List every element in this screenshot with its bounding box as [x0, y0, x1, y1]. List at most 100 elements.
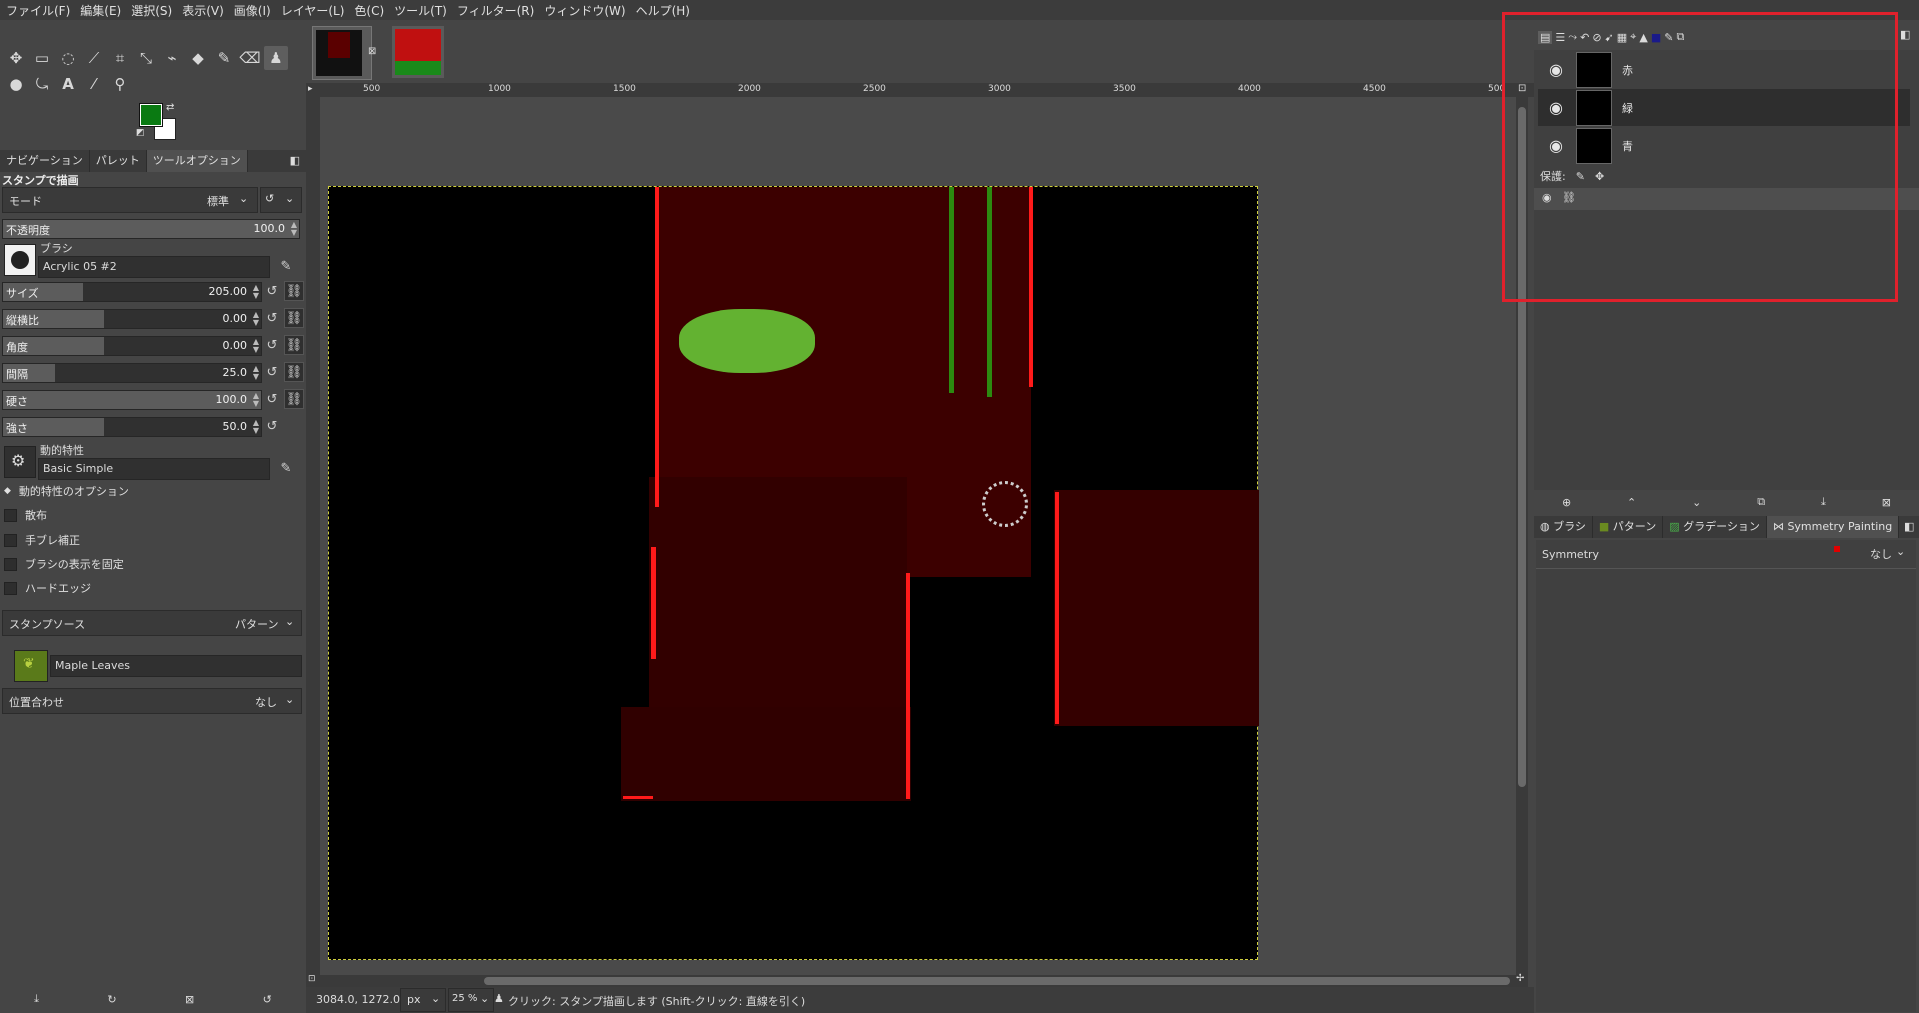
- reset-icon[interactable]: ↺: [262, 335, 282, 355]
- ellipse-select-tool-icon[interactable]: ◌: [56, 46, 80, 70]
- spin-arrows-icon[interactable]: ▲ ▼: [253, 311, 259, 327]
- scatter-checkbox-row[interactable]: 散布: [4, 505, 47, 525]
- save-preset-icon[interactable]: ⤓: [34, 992, 39, 1006]
- spin-arrows-icon[interactable]: ▲ ▼: [253, 365, 259, 381]
- delete-preset-icon[interactable]: ⊠: [185, 993, 194, 1006]
- delete-layer-icon[interactable]: ⊠: [1882, 496, 1891, 509]
- zoom-tool-icon[interactable]: ⚲: [108, 72, 132, 96]
- scatter-checkbox[interactable]: [4, 508, 17, 522]
- crop-tool-icon[interactable]: ⌗: [108, 46, 132, 70]
- default-colors-icon[interactable]: ◩: [136, 128, 145, 138]
- tab-navigation[interactable]: ナビゲーション: [0, 150, 90, 172]
- horizontal-scroll-thumb[interactable]: [484, 977, 1510, 985]
- spin-arrows-icon[interactable]: ▲ ▼: [253, 338, 259, 354]
- edit-brush-icon[interactable]: ✎: [276, 256, 296, 276]
- paths-tool-icon[interactable]: ⤿: [30, 72, 54, 96]
- image-canvas[interactable]: [328, 186, 1259, 960]
- size-slider[interactable]: サイズ 205.00 ▲ ▼: [2, 282, 262, 302]
- eraser-tool-icon[interactable]: ⌫: [238, 46, 262, 70]
- hardness-slider[interactable]: 硬さ 100.0 ▲ ▼: [2, 390, 262, 410]
- aspect-slider[interactable]: 縦横比 0.00 ▲ ▼: [2, 309, 262, 329]
- smoothing-checkbox-row[interactable]: 手ブレ補正: [4, 530, 80, 550]
- tab-brushes[interactable]: ◍ ブラシ: [1534, 516, 1593, 538]
- menu-help[interactable]: ヘルプ(H): [630, 2, 694, 19]
- angle-slider[interactable]: 角度 0.00 ▲ ▼: [2, 336, 262, 356]
- reset-icon[interactable]: ↺: [262, 416, 282, 436]
- brush-name-field[interactable]: Acrylic 05 #2: [38, 256, 270, 278]
- link-dynamics-icon[interactable]: ⛓: [284, 335, 304, 355]
- warp-tool-icon[interactable]: ⌁: [160, 46, 184, 70]
- restore-preset-icon[interactable]: ↻: [107, 993, 116, 1006]
- reset-icon[interactable]: ↺: [262, 389, 282, 409]
- edit-dynamics-icon[interactable]: ✎: [276, 458, 296, 478]
- transform-tool-icon[interactable]: ⤡: [134, 46, 158, 70]
- menu-select[interactable]: 選択(S): [125, 2, 176, 19]
- clone-stamp-tool-icon[interactable]: ♟: [264, 46, 288, 70]
- alignment-combo[interactable]: 位置合わせ なし ⌄: [2, 688, 302, 714]
- dynamics-preview[interactable]: ⚙: [4, 446, 36, 478]
- navigate-icon[interactable]: ✢: [1516, 973, 1524, 984]
- dynamics-name-field[interactable]: Basic Simple: [38, 458, 270, 480]
- menu-layer[interactable]: レイヤー(L): [275, 2, 349, 19]
- force-slider[interactable]: 強さ 50.0 ▲ ▼: [2, 417, 262, 437]
- reset-icon[interactable]: ↺: [262, 308, 282, 328]
- tab-symmetry-painting[interactable]: ⋈ Symmetry Painting: [1766, 516, 1900, 538]
- brush-preview[interactable]: [4, 244, 36, 276]
- menu-colors[interactable]: 色(C): [348, 2, 388, 19]
- link-dynamics-icon[interactable]: ⛓: [284, 308, 304, 328]
- mode-reset-combo[interactable]: ↺ ⌄: [260, 187, 302, 213]
- paintbrush-tool-icon[interactable]: ✎: [212, 46, 236, 70]
- hard-edge-checkbox-row[interactable]: ハードエッジ: [4, 578, 91, 598]
- menu-image[interactable]: 画像(I): [228, 2, 275, 19]
- menu-view[interactable]: 表示(V): [176, 2, 228, 19]
- menu-windows[interactable]: ウィンドウ(W): [538, 2, 629, 19]
- dock-menu-icon[interactable]: ◧: [1900, 28, 1910, 41]
- symmetry-combo[interactable]: なし ⌄: [1866, 543, 1912, 563]
- pattern-name-field[interactable]: Maple Leaves: [50, 655, 302, 677]
- bucket-fill-tool-icon[interactable]: ◆: [186, 46, 210, 70]
- color-picker-tool-icon[interactable]: ⁄: [82, 72, 106, 96]
- zoom-combo[interactable]: 25 % ⌄: [448, 988, 494, 1012]
- tab-palette[interactable]: パレット: [90, 150, 147, 172]
- spacing-slider[interactable]: 間隔 25.0 ▲ ▼: [2, 363, 262, 383]
- merge-layer-icon[interactable]: ⤓: [1821, 495, 1826, 509]
- menu-edit[interactable]: 編集(E): [74, 2, 125, 19]
- reset-icon[interactable]: ↺: [262, 362, 282, 382]
- stamp-source-combo[interactable]: スタンプソース パターン ⌄: [2, 610, 302, 636]
- tab-gradients[interactable]: ▨ グラデーション: [1663, 516, 1767, 538]
- reset-options-icon[interactable]: ↺: [263, 993, 272, 1006]
- lower-layer-icon[interactable]: ⌄: [1692, 496, 1701, 509]
- spin-arrows-icon[interactable]: ▲ ▼: [253, 419, 259, 435]
- tab-patterns[interactable]: ■ パターン: [1593, 516, 1664, 538]
- rect-select-tool-icon[interactable]: ▭: [30, 46, 54, 70]
- mode-combo[interactable]: モード 標準 ⌄: [2, 187, 258, 213]
- link-dynamics-icon[interactable]: ⛓: [284, 362, 304, 382]
- lock-brush-checkbox-row[interactable]: ブラシの表示を固定: [4, 554, 124, 574]
- close-tab-icon[interactable]: ⊠: [368, 46, 376, 57]
- quick-mask-icon[interactable]: ⊡: [308, 974, 316, 984]
- image-tab-2[interactable]: [392, 26, 444, 78]
- reset-icon[interactable]: ↺: [262, 281, 282, 301]
- ruler-menu-icon[interactable]: ▸: [308, 84, 313, 94]
- image-tab-1[interactable]: [312, 26, 372, 80]
- dynamics-options-expander[interactable]: ◆ 動的特性のオプション: [4, 481, 129, 501]
- horizontal-scrollbar[interactable]: ⊡ ✢: [306, 973, 1528, 987]
- lock-brush-checkbox[interactable]: [4, 557, 17, 571]
- menu-tools[interactable]: ツール(T): [388, 2, 451, 19]
- swap-colors-icon[interactable]: ⇄: [166, 102, 174, 113]
- spin-arrows-icon[interactable]: ▲ ▼: [253, 284, 259, 300]
- opacity-slider[interactable]: 不透明度 100.0 ▲ ▼: [2, 219, 300, 239]
- new-layer-icon[interactable]: ⊕: [1562, 496, 1571, 509]
- text-tool-icon[interactable]: A: [56, 72, 80, 96]
- foreground-color-swatch[interactable]: [139, 103, 163, 127]
- smoothing-checkbox[interactable]: [4, 533, 17, 547]
- dock-menu-icon[interactable]: ◧: [1904, 520, 1914, 533]
- link-dynamics-icon[interactable]: ⛓: [284, 389, 304, 409]
- move-tool-icon[interactable]: ✥: [4, 46, 28, 70]
- spin-arrows-icon[interactable]: ▲ ▼: [253, 392, 259, 408]
- menu-file[interactable]: ファイル(F): [0, 2, 74, 19]
- spin-arrows-icon[interactable]: ▲ ▼: [291, 221, 297, 237]
- menu-filters[interactable]: フィルター(R): [451, 2, 538, 19]
- tab-tool-options[interactable]: ツールオプション: [146, 150, 248, 172]
- link-dynamics-icon[interactable]: ⛓: [284, 281, 304, 301]
